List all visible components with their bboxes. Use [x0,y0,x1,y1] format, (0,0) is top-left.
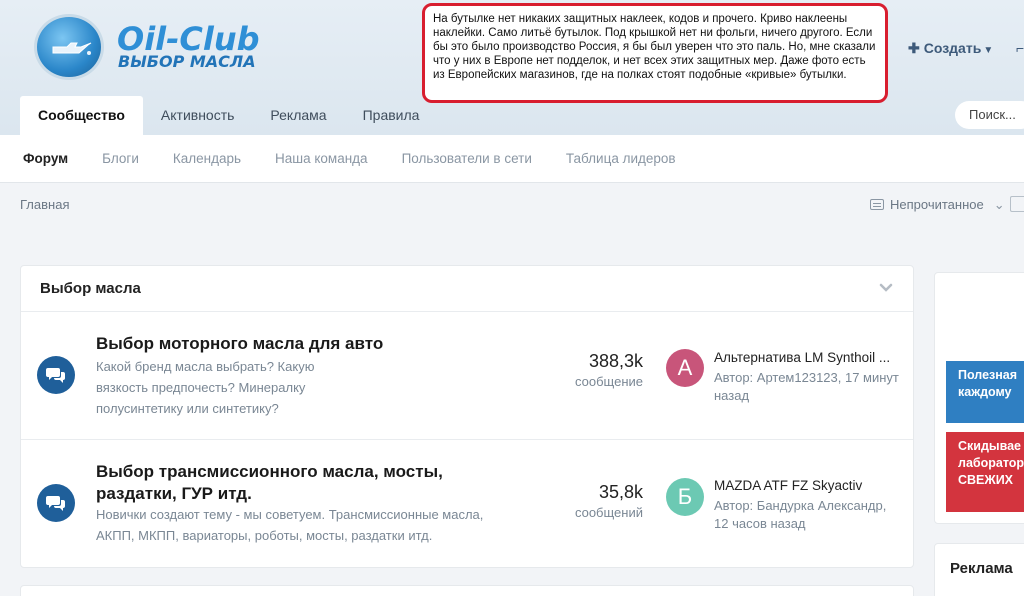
forum-row-transmission-oil: Выбор трансмиссионного масла, мосты, раз… [21,440,913,568]
last-post-title[interactable]: Альтернатива LM Synthoil ... [714,349,909,367]
next-category-card [20,585,914,596]
forum-title-line: раздатки, ГУР итд. [96,484,252,503]
category-card: Выбор масла Выбор моторного масла для ав… [20,265,914,568]
subnav-blogs[interactable]: Блоги [85,135,156,183]
last-post: Альтернатива LM Synthoil ... Автор: Арте… [714,349,909,405]
sub-navigation: Форум Блоги Календарь Наша команда Польз… [0,135,1024,183]
create-label: Создать [923,40,982,56]
search-input[interactable]: Поиск... [955,101,1024,129]
breadcrumb[interactable]: Главная [20,197,69,212]
last-post-meta-line: назад [714,388,750,403]
plus-icon: ✚ [908,40,920,56]
last-post-meta-line: 12 часов назад [714,516,806,531]
banner-line: каждому [958,385,1012,399]
mark-read-button[interactable] [1010,196,1024,212]
forum-chat-icon[interactable] [37,356,75,394]
subnav-forum[interactable]: Форум [6,135,85,183]
forum-row-motor-oil: Выбор моторного масла для авто Какой бре… [21,312,913,440]
subnav-team[interactable]: Наша команда [258,135,385,183]
caret-down-icon: ▼ [983,45,994,56]
last-post-title[interactable]: MAZDA ATF FZ Skyactiv [714,477,909,495]
avatar[interactable]: А [666,349,704,387]
tab-rules[interactable]: Правила [345,96,438,135]
forum-title[interactable]: Выбор трансмиссионного масла, мосты, раз… [96,461,443,505]
tab-ads[interactable]: Реклама [252,96,344,135]
avatar[interactable]: Б [666,478,704,516]
forum-title[interactable]: Выбор моторного масла для авто [96,333,383,355]
forum-description: Какой бренд масла выбрать? Какую вязкост… [96,356,314,419]
tab-activity[interactable]: Активность [143,96,253,135]
forum-description-line: Новички создают тему - мы советуем. Тран… [96,507,484,522]
last-post: MAZDA ATF FZ Skyactiv Автор: Бандурка Ал… [714,477,909,533]
sidebar-ads-widget: Реклама [934,543,1024,596]
forum-title-line: Выбор трансмиссионного масла, мосты, [96,462,443,481]
unread-link[interactable]: Непрочитанное ⌄ [870,197,1005,213]
unread-label: Непрочитанное [890,197,984,212]
forum-title-line: Выбор моторного масла для авто [96,334,384,353]
forum-description-line: Какой бренд масла выбрать? Какую [96,359,315,374]
last-post-meta: Автор: Бандурка Александр, 12 часов наза… [714,497,909,533]
category-title[interactable]: Выбор масла [40,280,141,297]
subnav-online-users[interactable]: Пользователи в сети [385,135,549,183]
last-post-meta-line: Автор: Артем123123, 17 минут [714,370,899,385]
banner-line: лаборатор [958,456,1024,470]
annotation-note: На бутылке нет никаких защитных наклеек,… [422,3,888,103]
forum-post-count: 35,8k сообщений [543,482,643,520]
last-post-meta: Автор: Артем123123, 17 минут назад [714,369,909,405]
forum-description-line: полусинтетику или синтетику? [96,401,279,416]
oil-can-icon [52,42,92,55]
subnav-leaderboard[interactable]: Таблица лидеров [549,135,693,183]
forum-description-line: вязкость предпочесть? Минералку [96,380,306,395]
site-header: Oil-Club ВЫБОР МАСЛА На бутылке нет ника… [0,0,1024,135]
sidebar-banner-lab[interactable]: Скидывае лаборатор СВЕЖИХ [946,432,1024,512]
sidebar-banner-useful[interactable]: Полезная каждому [946,361,1024,423]
tab-community[interactable]: Сообщество [20,96,143,135]
post-count-label: сообщений [574,505,643,520]
last-post-meta-line: Автор: Бандурка Александр, [714,498,887,513]
create-button[interactable]: ✚ Создать ▼ [908,40,993,57]
banner-line: Скидывае [958,439,1022,453]
forum-chat-icon[interactable] [37,484,75,522]
user-menu-icon[interactable]: ⌐ [1016,40,1024,58]
forum-description: Новички создают тему - мы советуем. Тран… [96,504,483,546]
logo-icon[interactable] [34,14,104,80]
logo-subtitle[interactable]: ВЫБОР МАСЛА [118,52,256,71]
banner-line: Полезная [958,368,1018,382]
chat-bubbles-icon [46,496,65,511]
post-count-label: сообщение [574,374,643,389]
sidebar-ads-title: Реклама [950,560,1013,577]
post-count-value: 388,3k [588,351,643,371]
chevron-down-icon: ⌄ [993,197,1005,212]
post-count-value: 35,8k [598,482,643,502]
main-tabs: Сообщество Активность Реклама Правила [20,96,437,135]
banner-line: СВЕЖИХ [958,473,1014,487]
subnav-calendar[interactable]: Календарь [156,135,258,183]
forum-post-count: 388,3k сообщение [543,351,643,389]
chat-bubbles-icon [46,368,65,383]
collapse-chevron-icon[interactable] [879,280,893,294]
unread-icon [870,199,884,210]
category-header: Выбор масла [21,266,913,312]
forum-description-line: АКПП, МКПП, вариаторы, роботы, мосты, ра… [96,528,433,543]
